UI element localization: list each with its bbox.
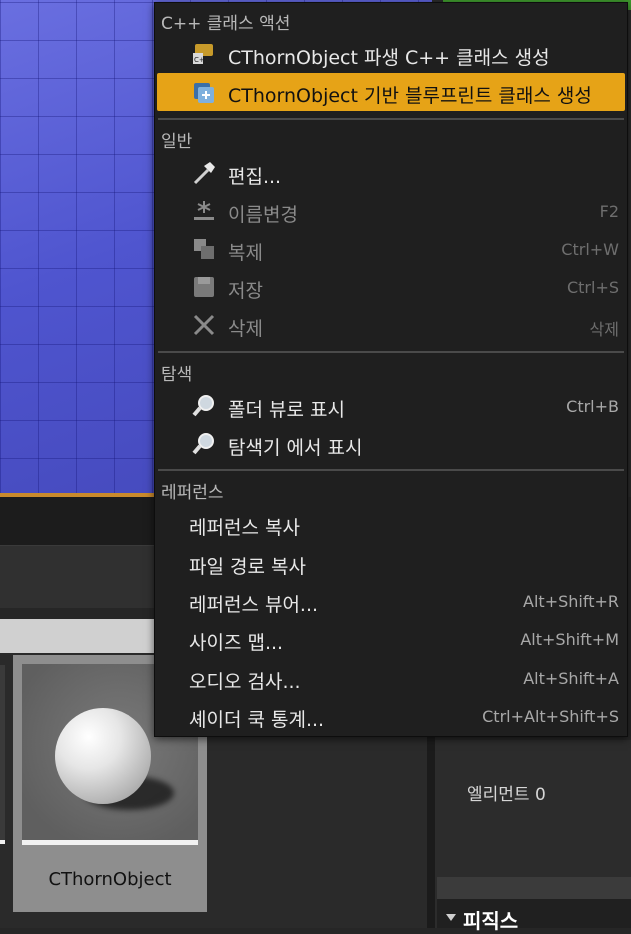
menu-item-label: 편집... <box>228 166 282 188</box>
menu-item-label: 폴더 뷰로 표시 <box>228 399 345 421</box>
asset-tile-partial[interactable] <box>0 665 5 844</box>
save-icon <box>191 274 217 300</box>
menu-item-shortcut: 삭제 <box>589 320 619 339</box>
menu-item-delete[interactable]: 삭제 삭제 <box>157 306 625 344</box>
menu-item-copy-reference[interactable]: 레퍼런스 복사 <box>157 505 625 543</box>
menu-item-label: 레퍼런스 뷰어... <box>189 594 319 616</box>
physics-category-title: 피직스 <box>463 909 519 933</box>
menu-separator <box>158 118 624 120</box>
section-header-general: 일반 <box>161 132 193 152</box>
menu-item-create-blueprint-class[interactable]: CThornObject 기반 블루프린트 클래스 생성 <box>157 73 625 111</box>
magnifier-icon <box>191 431 217 457</box>
menu-item-label: 파일 경로 복사 <box>189 556 306 578</box>
menu-item-show-in-explorer[interactable]: 탐색기 에서 표시 <box>157 425 625 463</box>
menu-separator <box>158 351 624 353</box>
menu-item-shortcut: Ctrl+Alt+Shift+S <box>482 707 619 726</box>
menu-item-label: 삭제 <box>228 318 263 340</box>
magnifier-icon <box>191 393 217 419</box>
menu-item-label: CThornObject 기반 블루프린트 클래스 생성 <box>228 85 592 107</box>
section-header-browse: 탐색 <box>161 365 193 385</box>
rename-icon <box>191 198 217 224</box>
menu-item-label: 탐색기 에서 표시 <box>228 437 363 459</box>
menu-item-shortcut: F2 <box>599 202 619 221</box>
cpp-class-icon: C++ <box>191 41 217 67</box>
menu-item-shader-cook-stats[interactable]: 셰이더 쿡 통계... Ctrl+Alt+Shift+S <box>157 697 625 735</box>
delete-icon <box>191 312 217 338</box>
menu-item-shortcut: Alt+Shift+R <box>523 592 619 611</box>
asset-context-menu: C++ 클래스 액션 C++ CThornObject 파생 C++ 클래스 생… <box>154 2 628 737</box>
menu-item-edit[interactable]: 편집... <box>157 154 625 192</box>
menu-item-audit-assets[interactable]: 오디오 검사... Alt+Shift+A <box>157 659 625 697</box>
menu-item-label: 저장 <box>228 280 263 302</box>
hammer-icon <box>191 160 217 186</box>
details-divider-bar <box>437 877 631 899</box>
menu-item-label: 복제 <box>228 242 263 264</box>
menu-item-save[interactable]: 저장 Ctrl+S <box>157 268 625 306</box>
menu-item-create-cpp-class[interactable]: C++ CThornObject 파생 C++ 클래스 생성 <box>157 35 625 73</box>
sphere-thumbnail-icon <box>55 708 151 804</box>
collapse-arrow-icon[interactable] <box>446 914 456 921</box>
menu-item-label: 레퍼런스 복사 <box>189 517 300 539</box>
menu-item-shortcut: Alt+Shift+A <box>523 669 619 688</box>
menu-item-shortcut: Ctrl+B <box>566 397 619 416</box>
section-header-cpp: C++ 클래스 액션 <box>161 14 291 34</box>
duplicate-icon <box>191 236 217 262</box>
menu-item-rename[interactable]: 이름변경 F2 <box>157 192 625 230</box>
menu-item-label: CThornObject 파생 C++ 클래스 생성 <box>228 47 550 69</box>
section-header-reference: 레퍼런스 <box>161 483 224 503</box>
menu-item-copy-file-path[interactable]: 파일 경로 복사 <box>157 544 625 582</box>
menu-separator <box>158 469 624 471</box>
menu-item-duplicate[interactable]: 복제 Ctrl+W <box>157 230 625 268</box>
blueprint-class-icon <box>191 79 217 105</box>
asset-name-label: CThornObject <box>48 869 172 890</box>
menu-item-size-map[interactable]: 사이즈 맵... Alt+Shift+M <box>157 620 625 658</box>
menu-item-shortcut: Ctrl+S <box>566 278 619 297</box>
menu-item-label: 오디오 검사... <box>189 671 301 693</box>
menu-item-label: 셰이더 쿡 통계... <box>189 709 325 731</box>
menu-item-reference-viewer[interactable]: 레퍼런스 뷰어... Alt+Shift+R <box>157 582 625 620</box>
menu-item-label: 이름변경 <box>228 204 298 226</box>
element-count-label: 엘리먼트 0 <box>467 785 546 805</box>
svg-text:C++: C++ <box>194 56 211 64</box>
menu-item-shortcut: Ctrl+W <box>561 240 619 259</box>
menu-item-label: 사이즈 맵... <box>189 632 284 654</box>
menu-item-show-in-folder-view[interactable]: 폴더 뷰로 표시 Ctrl+B <box>157 387 625 425</box>
menu-item-shortcut: Alt+Shift+M <box>520 630 619 649</box>
